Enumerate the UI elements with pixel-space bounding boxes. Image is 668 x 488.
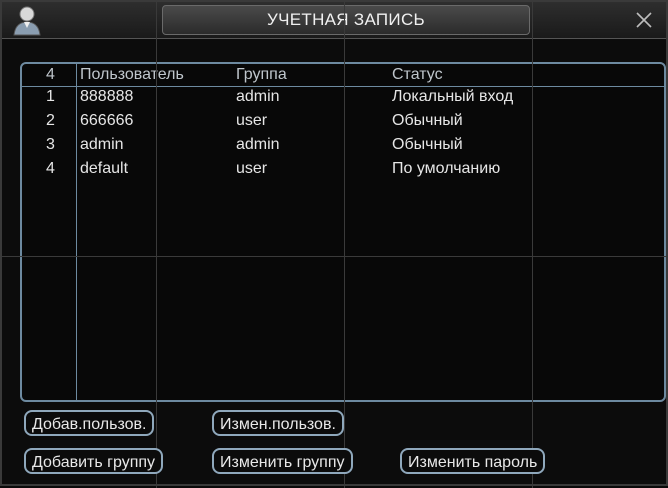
row-group: user: [236, 160, 268, 177]
user-icon: [13, 6, 41, 36]
grid-line: [156, 2, 157, 488]
header-divider: [22, 86, 664, 87]
row-user: admin: [80, 136, 124, 153]
row-status: По умолчанию: [392, 160, 501, 177]
change-password-button[interactable]: Изменить пароль: [400, 448, 546, 474]
row-index: 3: [46, 136, 55, 153]
row-user: 666666: [80, 112, 134, 129]
grid-line: [2, 256, 668, 257]
user-table: 4 Пользователь Группа Статус 1 888888 ad…: [20, 62, 666, 402]
row-group: admin: [236, 88, 280, 105]
window-title: УЧЕТНАЯ ЗАПИСЬ: [162, 5, 530, 35]
row-user: 888888: [80, 88, 134, 105]
row-index: 1: [46, 88, 55, 105]
header-group[interactable]: Группа: [236, 66, 287, 84]
header-user[interactable]: Пользователь: [80, 66, 184, 84]
row-group: admin: [236, 136, 280, 153]
header-status[interactable]: Статус: [392, 66, 443, 84]
add-group-button[interactable]: Добавить группу: [24, 448, 164, 474]
grid-line: [532, 2, 533, 488]
close-icon[interactable]: [634, 10, 654, 30]
column-separator: [76, 64, 77, 400]
row-user: default: [80, 160, 129, 177]
edit-group-button[interactable]: Изменить группу: [212, 448, 353, 474]
row-status: Обычный: [392, 136, 463, 153]
account-window: УЧЕТНАЯ ЗАПИСЬ 4 Пользователь Группа Ста…: [0, 0, 668, 488]
row-status: Локальный вход: [392, 88, 514, 105]
row-group: user: [236, 112, 268, 129]
row-index: 2: [46, 112, 55, 129]
user-count: 4: [46, 66, 55, 83]
row-status: Обычный: [392, 112, 463, 129]
title-bar: УЧЕТНАЯ ЗАПИСЬ: [2, 2, 666, 39]
grid-line: [344, 2, 345, 488]
edit-user-button[interactable]: Измен.пользов.: [212, 410, 344, 436]
row-index: 4: [46, 160, 55, 177]
add-user-button[interactable]: Добав.пользов.: [24, 410, 155, 436]
